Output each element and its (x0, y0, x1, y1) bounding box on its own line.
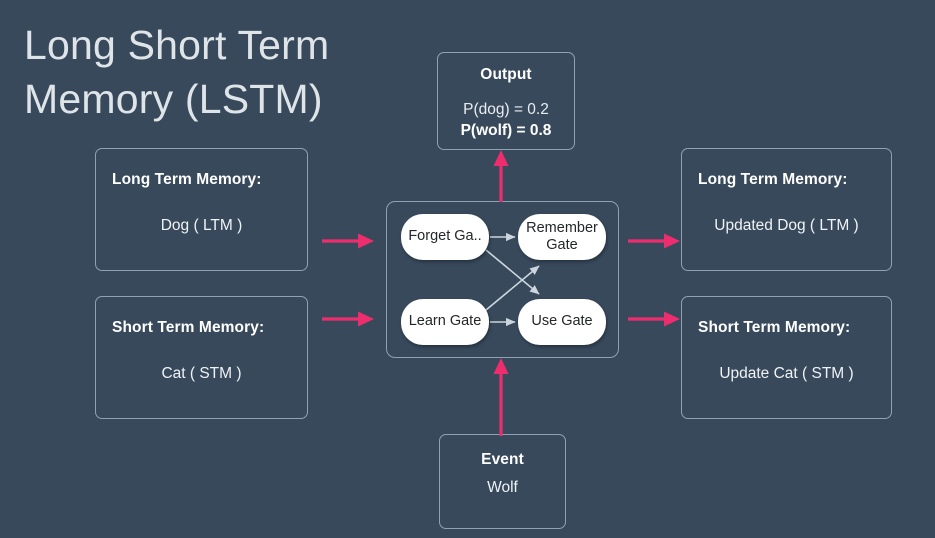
output-box-heading: Output (480, 66, 532, 83)
arrow-stm-input-icon (322, 311, 374, 327)
output-prob-wolf: P(wolf) = 0.8 (460, 122, 552, 139)
arrow-ltm-input-icon (322, 233, 374, 249)
forget-gate[interactable]: Forget Ga.. (401, 214, 489, 260)
lstm-cell-container: Forget Ga.. Remember Gate Learn Gate Use… (386, 201, 619, 358)
output-stm-heading: Short Term Memory: (698, 319, 851, 336)
arrow-stm-output-icon (628, 311, 680, 327)
output-stm-value: Update Cat ( STM ) (719, 365, 854, 382)
arrow-from-event-icon (493, 358, 509, 436)
remember-gate-label: Remember Gate (526, 219, 598, 253)
arrow-ltm-output-icon (628, 233, 680, 249)
forget-gate-label: Forget Ga.. (408, 228, 482, 245)
output-ltm-value: Updated Dog ( LTM ) (714, 217, 859, 234)
input-ltm-heading: Long Term Memory: (112, 171, 262, 188)
output-short-term-memory-box: Short Term Memory: Update Cat ( STM ) (681, 296, 892, 419)
input-short-term-memory-box: Short Term Memory: Cat ( STM ) (95, 296, 308, 419)
output-ltm-heading: Long Term Memory: (698, 171, 848, 188)
use-gate[interactable]: Use Gate (518, 299, 606, 345)
event-box-heading: Event (481, 451, 524, 468)
lstm-diagram-slide: Long Short Term Memory (LSTM) Output P(d… (0, 0, 935, 538)
learn-gate[interactable]: Learn Gate (401, 299, 489, 345)
input-stm-value: Cat ( STM ) (161, 365, 242, 382)
output-long-term-memory-box: Long Term Memory: Updated Dog ( LTM ) (681, 148, 892, 271)
input-long-term-memory-box: Long Term Memory: Dog ( LTM ) (95, 148, 308, 271)
arrow-to-output-icon (493, 150, 509, 202)
page-title: Long Short Term Memory (LSTM) (24, 22, 330, 123)
event-box-value: Wolf (487, 479, 518, 496)
learn-gate-label: Learn Gate (408, 313, 482, 330)
output-prob-dog: P(dog) = 0.2 (463, 101, 549, 118)
output-box: Output P(dog) = 0.2 P(wolf) = 0.8 (437, 52, 575, 150)
input-ltm-value: Dog ( LTM ) (160, 217, 243, 234)
use-gate-label: Use Gate (531, 313, 593, 330)
remember-gate[interactable]: Remember Gate (518, 214, 606, 260)
input-stm-heading: Short Term Memory: (112, 319, 265, 336)
event-box: Event Wolf (439, 434, 566, 529)
